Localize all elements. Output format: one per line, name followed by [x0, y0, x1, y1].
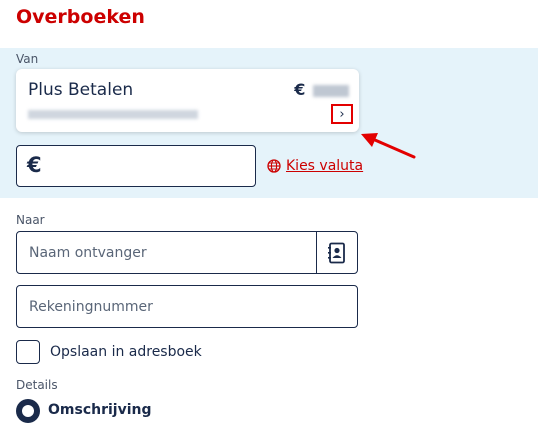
save-address-label: Opslaan in adresboek	[50, 344, 202, 360]
amount-field[interactable]: €	[16, 145, 256, 187]
to-label: Naar	[16, 213, 45, 227]
save-address-checkbox[interactable]	[16, 340, 40, 364]
redacted-account-number	[28, 110, 198, 119]
chevron-right-icon[interactable]: ›	[331, 104, 353, 124]
details-label: Details	[16, 378, 58, 392]
choose-currency-link[interactable]: Kies valuta	[267, 158, 363, 174]
redacted-balance	[313, 84, 349, 97]
account-balance: €	[294, 80, 349, 99]
recipient-name-input[interactable]	[17, 232, 357, 273]
choose-currency-label: Kies valuta	[286, 158, 364, 174]
chevron-glyph: ›	[339, 106, 345, 122]
recipient-name-field[interactable]	[16, 231, 358, 274]
globe-icon	[267, 159, 281, 173]
address-book-button[interactable]	[316, 232, 357, 273]
address-book-icon	[328, 242, 345, 263]
description-label: Omschrijving	[48, 402, 152, 418]
account-card[interactable]: Plus Betalen € ›	[16, 69, 359, 132]
euro-icon: €	[27, 153, 42, 177]
from-label: Van	[16, 52, 39, 66]
account-name: Plus Betalen	[28, 80, 134, 100]
account-number-input[interactable]	[17, 286, 357, 327]
currency-symbol: €	[294, 80, 306, 99]
account-number-field[interactable]	[16, 285, 358, 328]
page-title: Overboeken	[16, 6, 145, 28]
description-radio[interactable]	[16, 399, 40, 423]
